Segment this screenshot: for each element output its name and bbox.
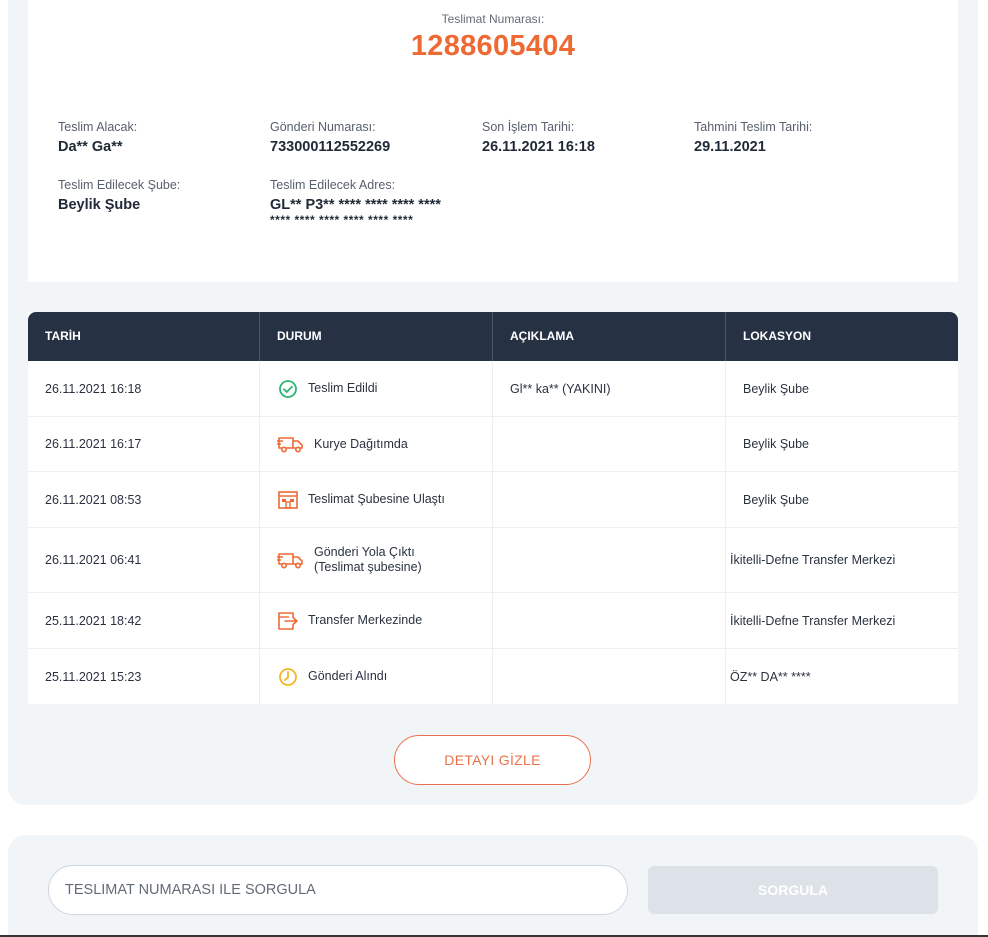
row-description (492, 593, 725, 648)
row-status-label: Transfer Merkezinde (308, 613, 423, 627)
table-row: 26.11.2021 06:41 Gönderi Yola Çıktı (Tes… (28, 528, 958, 593)
row-description (492, 649, 725, 704)
row-status-label: Gönderi Yola Çıktı (Teslimat şubesine) (314, 545, 422, 575)
header-status: DURUM (259, 312, 492, 361)
estimated-date-label: Tahmini Teslim Tarihi: (694, 120, 813, 134)
row-description (492, 417, 725, 471)
row-status-label: Teslim Edildi (308, 381, 378, 395)
estimated-date-value: 29.11.2021 (694, 139, 766, 155)
row-location: Beylik Şube (725, 472, 958, 527)
row-status: Gönderi Yola Çıktı (Teslimat şubesine) (259, 528, 492, 592)
transfer-box-icon (277, 610, 299, 632)
address-line-2: **** **** **** **** **** **** (270, 213, 414, 227)
tracking-number: 1288605404 (410, 30, 576, 62)
shipment-number-field: Gönderi Numarası: 733000112552269 (270, 119, 390, 156)
header-date: TARİH (45, 329, 81, 343)
branch-value: Beylik Şube (58, 197, 141, 213)
last-action-date-value: 26.11.2021 16:18 (482, 139, 595, 155)
row-date: 26.11.2021 16:17 (45, 437, 142, 451)
check-circle-icon (277, 378, 299, 400)
table-header: TARİH DURUM AÇIKLAMA LOKASYON (28, 312, 958, 361)
tracking-number-label: Teslimat Numarası: (441, 12, 545, 26)
hide-detail-button[interactable]: DETAYI GİZLE (394, 735, 591, 785)
shipment-history-table: TARİH DURUM AÇIKLAMA LOKASYON 26.11.2021… (28, 312, 958, 704)
row-status: Transfer Merkezinde (259, 593, 492, 648)
query-button[interactable]: SORGULA (648, 866, 938, 914)
shipment-summary-card: Teslimat Numarası: 1288605404 Teslim Ala… (28, 0, 958, 282)
row-location: İkitelli-Defne Transfer Merkezi (725, 528, 958, 592)
last-action-date-label: Son İşlem Tarihi: (482, 120, 575, 134)
row-status: Teslimat Şubesine Ulaştı (259, 472, 492, 527)
branch-field: Teslim Edilecek Şube: Beylik Şube (58, 177, 180, 214)
row-description (492, 472, 725, 527)
estimated-date-field: Tahmini Teslim Tarihi: 29.11.2021 (694, 119, 812, 156)
row-location: İkitelli-Defne Transfer Merkezi (725, 593, 958, 648)
address-line-1: GL** P3** **** **** **** **** (270, 197, 441, 213)
row-status: Gönderi Alındı (259, 649, 492, 704)
table-row: 26.11.2021 16:17 Kurye Dağıtımda Beylik … (28, 417, 958, 472)
address-label: Teslim Edilecek Adres: (270, 178, 396, 192)
row-status: Teslim Edildi (259, 361, 492, 416)
table-row: 25.11.2021 15:23 Gönderi Alındı ÖZ** DA*… (28, 649, 958, 704)
row-location: ÖZ** DA** **** (725, 649, 958, 704)
tracking-number-input[interactable] (48, 865, 628, 915)
row-date: 26.11.2021 08:53 (45, 492, 142, 507)
table-row: 25.11.2021 18:42 Transfer Merkezinde İki… (28, 593, 958, 649)
address-field: Teslim Edilecek Adres: GL** P3** **** **… (270, 177, 441, 227)
table-row: 26.11.2021 08:53 Teslimat Şubesine Ulaşt… (28, 472, 958, 528)
delivery-truck-icon (277, 433, 305, 455)
recipient-field: Teslim Alacak: Da** Ga** (58, 119, 137, 156)
last-action-date-field: Son İşlem Tarihi: 26.11.2021 16:18 (482, 119, 595, 156)
row-date: 26.11.2021 16:18 (45, 381, 142, 396)
row-status: Kurye Dağıtımda (259, 417, 492, 471)
clock-icon (277, 666, 299, 688)
row-status-label: Kurye Dağıtımda (314, 436, 408, 451)
row-date: 25.11.2021 15:23 (45, 669, 142, 684)
header-location: LOKASYON (725, 312, 958, 361)
row-status-label: Gönderi Alındı (308, 669, 388, 683)
header-description: AÇIKLAMA (492, 312, 725, 361)
shipment-number-value: 733000112552269 (270, 139, 391, 155)
shipment-number-label: Gönderi Numarası: (270, 120, 376, 134)
row-status-line-2: (Teslimat şubesine) (314, 560, 422, 574)
row-description: Gl** ka** (YAKINI) (492, 361, 725, 416)
branch-building-icon (277, 489, 299, 511)
branch-label: Teslim Edilecek Şube: (58, 178, 181, 192)
row-description (492, 528, 725, 592)
row-location: Beylik Şube (725, 417, 958, 471)
row-date: 26.11.2021 06:41 (45, 553, 142, 567)
row-date: 25.11.2021 18:42 (45, 613, 142, 628)
row-status-line-1: Gönderi Yola Çıktı (314, 545, 415, 559)
table-row: 26.11.2021 16:18 Teslim Edildi Gl** ka**… (28, 361, 958, 417)
row-location: Beylik Şube (725, 361, 958, 416)
recipient-label: Teslim Alacak: (58, 120, 138, 134)
row-status-label: Teslimat Şubesine Ulaştı (308, 492, 445, 506)
recipient-value: Da** Ga** (58, 139, 123, 155)
delivery-truck-icon (277, 549, 305, 571)
